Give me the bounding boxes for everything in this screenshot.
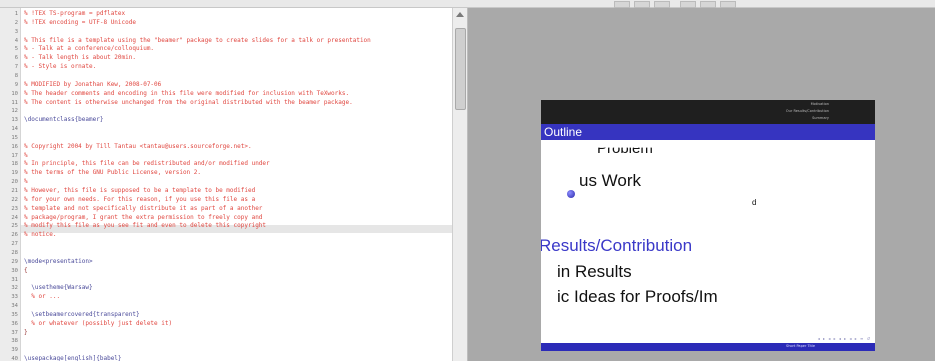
code-line[interactable]: %	[24, 179, 28, 185]
code-line[interactable]: % package/program, I grant the extra per…	[24, 214, 262, 221]
slide-page: Motivation Our Results/Contribution Summ…	[541, 100, 875, 351]
slide-title-bar: Outline	[541, 124, 875, 140]
line-number: 20	[11, 179, 18, 186]
code-line[interactable]: % modify this file as you see fit and ev…	[24, 223, 266, 229]
line-number: 25	[11, 223, 18, 230]
code-line[interactable]: % MODIFIED by Jonathan Kew, 2008-07-06	[24, 81, 161, 88]
outline-item-main-results: in Results	[557, 262, 632, 281]
slide-footer-bar: Short Paper Title	[541, 343, 875, 351]
outline-item-proof-ideas: ic Ideas for Proofs/Im	[557, 287, 718, 306]
line-number: 18	[11, 161, 18, 168]
outline-section-results: Results/Contribution	[541, 236, 693, 255]
pdf-preview-pane[interactable]: Motivation Our Results/Contribution Summ…	[468, 8, 935, 361]
line-number: 28	[11, 249, 18, 256]
header-section-results[interactable]: Our Results/Contribution	[786, 109, 829, 113]
line-number: 22	[11, 196, 18, 203]
line-number: 24	[11, 214, 18, 221]
line-number: 35	[11, 311, 18, 318]
code-line[interactable]: % - Talk at a conference/colloquium.	[24, 46, 154, 52]
line-number: 37	[11, 329, 18, 336]
code-line[interactable]: % This file is a template using the "bea…	[24, 37, 371, 44]
line-number: 2	[14, 19, 18, 26]
line-number: 31	[11, 276, 18, 283]
line-number: 13	[11, 117, 18, 124]
line-number: 12	[11, 108, 18, 115]
code-line[interactable]: % or ...	[24, 294, 60, 300]
scrollbar-thumb[interactable]	[455, 28, 466, 110]
code-line[interactable]: \documentclass{beamer}	[24, 117, 103, 123]
line-number: 29	[11, 258, 18, 265]
header-section-summary[interactable]: Summary	[812, 116, 829, 120]
line-number: 32	[11, 285, 18, 292]
toolbar-button[interactable]	[634, 1, 650, 8]
bullet-ball-icon	[567, 190, 575, 198]
outline-item-previous-work: us Work	[579, 171, 642, 190]
code-line[interactable]: % However, this file is supposed to be a…	[24, 188, 255, 194]
scroll-up-arrow-icon[interactable]	[456, 12, 464, 17]
code-line[interactable]: \usepackage[english]{babel}	[24, 356, 122, 361]
code-line[interactable]: % template and not specifically distribu…	[24, 205, 262, 212]
line-number: 17	[11, 152, 18, 159]
line-number: 11	[11, 99, 18, 106]
slide-header-bar: Motivation Our Results/Contribution Summ…	[541, 100, 875, 124]
code-line[interactable]: % The header comments and encoding in th…	[24, 90, 349, 97]
line-number: 40	[11, 356, 18, 361]
code-line[interactable]: % for your own needs. For this reason, i…	[24, 196, 255, 203]
line-number: 38	[11, 338, 18, 345]
line-number: 16	[11, 143, 18, 150]
outline-item-problem: Problem	[597, 140, 653, 157]
line-number: 7	[14, 64, 18, 71]
code-line[interactable]: \mode<presentation>	[24, 258, 93, 265]
code-line[interactable]: \usetheme{Warsaw}	[24, 285, 92, 291]
code-line[interactable]: % notice.	[24, 232, 57, 238]
toolbar-button[interactable]	[720, 1, 736, 8]
code-line[interactable]: % The content is otherwise unchanged fro…	[24, 99, 353, 106]
line-number: 26	[11, 232, 18, 239]
window-top-strip	[0, 0, 935, 8]
toolbar-button[interactable]	[614, 1, 630, 8]
code-line[interactable]: }	[24, 329, 28, 336]
beamer-navigation-symbols[interactable]: ◂ ▸ ◂ ▸ ◂ ▸ ◂ ▸ ≡ ↺	[818, 336, 871, 341]
line-number: 27	[11, 241, 18, 248]
source-editor[interactable]: 1 2 3 4 5 6 7 8 9 10 11 12 13 14 15 16 17 18 19 20 21 22 23 24 2…	[0, 8, 452, 361]
code-line[interactable]: {	[24, 267, 28, 274]
line-number: 8	[14, 72, 18, 79]
code-line[interactable]: \setbeamercovered{transparent}	[24, 311, 139, 318]
outline-item-fragment: d	[752, 198, 757, 207]
code-line[interactable]: % the terms of the GNU Public License, v…	[24, 170, 201, 176]
line-number: 5	[14, 46, 18, 53]
code-line[interactable]: % !TEX encoding = UTF-8 Unicode	[24, 19, 136, 26]
line-number: 30	[11, 267, 18, 274]
line-number: 14	[11, 126, 18, 133]
line-number: 9	[14, 81, 18, 88]
code-line[interactable]: % In principle, this file can be redistr…	[24, 161, 270, 167]
line-number: 21	[11, 188, 18, 194]
line-number: 3	[14, 28, 18, 35]
line-number-gutter: 1 2 3 4 5 6 7 8 9 10 11 12 13 14 15 16 17 18 19 20 21 22 23 24 2…	[0, 8, 21, 361]
code-line[interactable]: % Copyright 2004 by Till Tantau <tantau@…	[24, 143, 252, 150]
line-number: 23	[11, 205, 18, 212]
line-number: 1	[14, 11, 18, 17]
line-number: 36	[11, 320, 18, 327]
line-number: 6	[14, 55, 18, 62]
line-number: 15	[11, 134, 18, 141]
line-number: 10	[11, 90, 18, 97]
code-line[interactable]: % !TEX TS-program = pdflatex	[24, 11, 125, 17]
code-line[interactable]: % or whatever (possibly just delete it)	[24, 320, 172, 327]
header-section-motivation[interactable]: Motivation	[811, 102, 829, 106]
toolbar-button[interactable]	[654, 1, 670, 8]
footer-short-title: Short Paper Title	[785, 344, 815, 348]
code-line[interactable]: % - Talk length is about 20min.	[24, 55, 136, 61]
line-number: 19	[11, 170, 18, 177]
slide-title: Outline	[544, 125, 583, 139]
line-number: 33	[11, 294, 18, 301]
editor-vertical-scrollbar[interactable]	[452, 8, 468, 361]
toolbar-button[interactable]	[680, 1, 696, 8]
line-number: 4	[14, 37, 18, 44]
code-line[interactable]: % - Style is ornate.	[24, 64, 96, 70]
toolbar-button[interactable]	[700, 1, 716, 8]
line-number: 39	[11, 347, 18, 354]
line-number: 34	[11, 303, 18, 310]
code-line[interactable]: %	[24, 152, 28, 159]
